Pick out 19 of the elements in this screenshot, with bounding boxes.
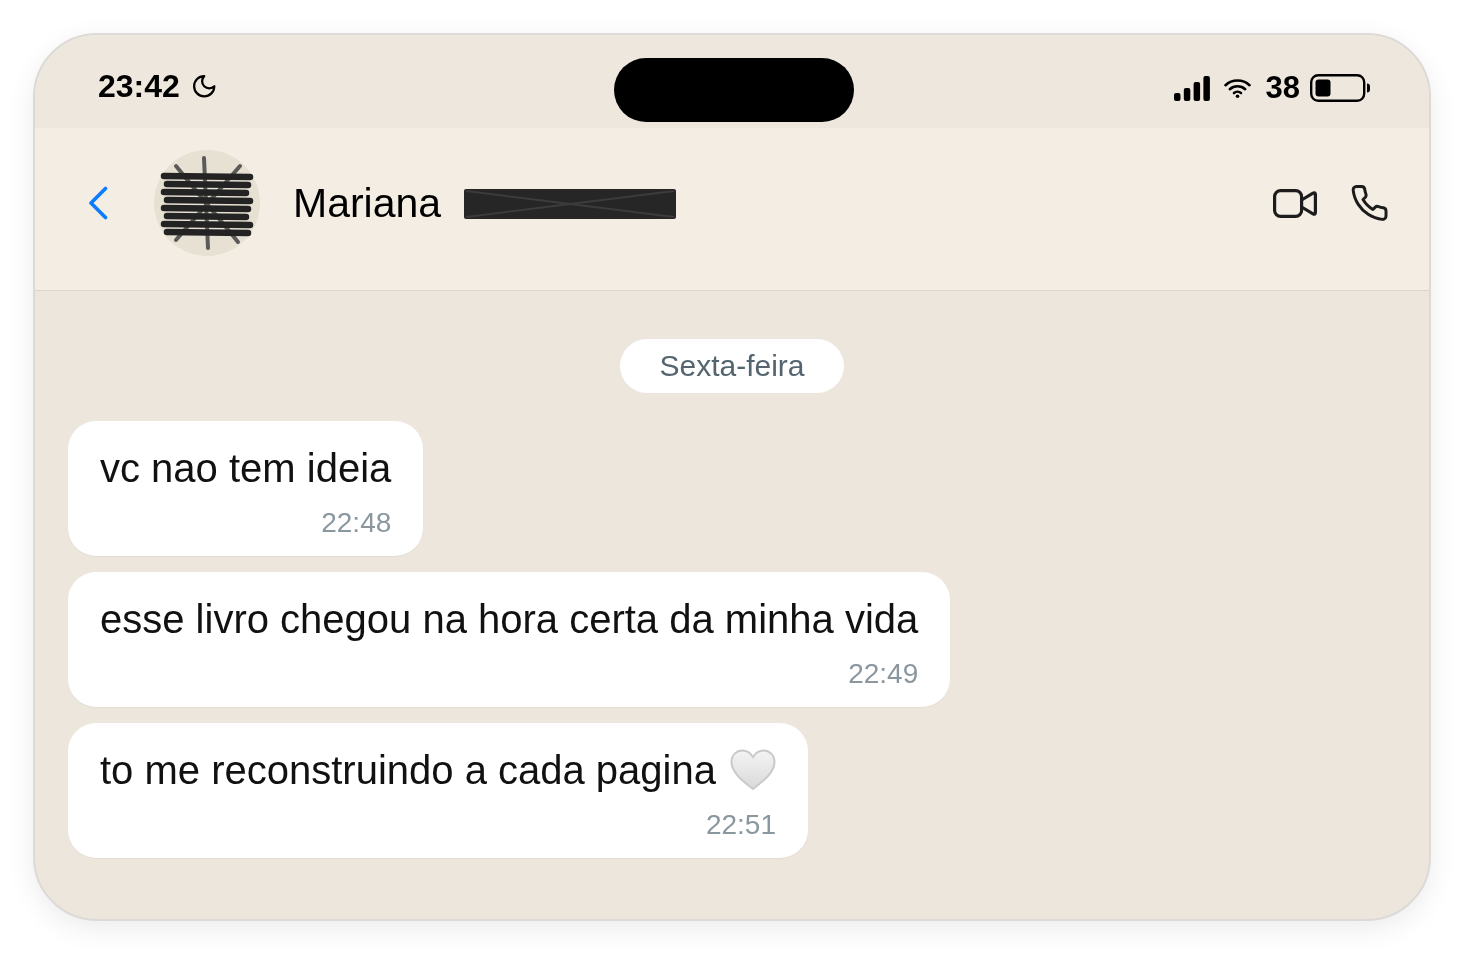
back-button[interactable] [88, 186, 108, 220]
wifi-icon [1223, 78, 1251, 98]
message-text: esse livro chegou na hora certa da minha vida [100, 596, 919, 642]
signal-icon [1173, 75, 1210, 101]
voice-call-button[interactable] [1351, 185, 1388, 221]
battery-icon [1310, 74, 1370, 102]
date-divider: Sexta-feira [620, 339, 844, 393]
contact-name: Mariana [293, 179, 442, 227]
message-time: 22:49 [848, 658, 919, 690]
message-time: 22:51 [705, 809, 776, 841]
phone-icon [1351, 185, 1388, 221]
video-call-button[interactable] [1273, 188, 1317, 218]
chevron-left-icon [88, 186, 108, 220]
message-text: vc nao tem ideia [100, 445, 392, 491]
video-camera-icon [1273, 188, 1317, 218]
message-time: 22:48 [321, 507, 392, 539]
status-time: 23:42 [98, 68, 180, 104]
message-text: to me reconstruindo a cada pagina [100, 747, 716, 793]
battery-level: 38 [1265, 70, 1300, 106]
